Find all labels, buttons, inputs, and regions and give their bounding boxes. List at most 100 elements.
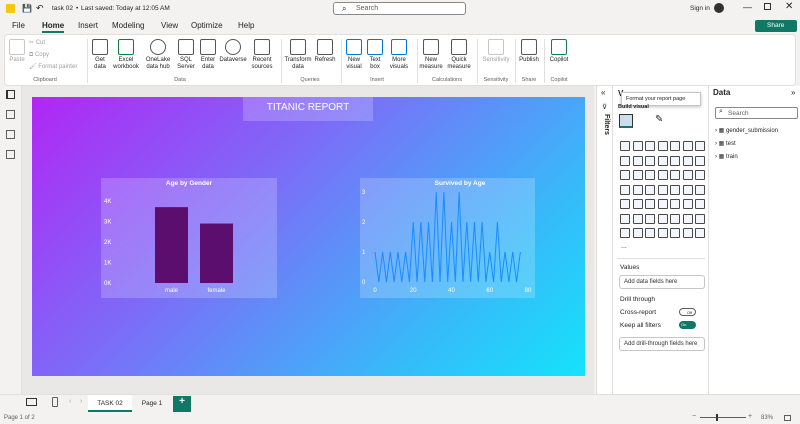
visual-type-icon[interactable] — [620, 184, 630, 195]
visual-type-icon[interactable] — [670, 155, 680, 166]
visual-type-icon[interactable] — [670, 170, 680, 180]
dax-view-icon[interactable] — [6, 150, 15, 159]
data-search-input[interactable]: ⌕ Search — [715, 107, 798, 119]
menu-view[interactable]: View — [161, 21, 178, 30]
visual-type-icon[interactable] — [695, 170, 705, 180]
visual-type-icon[interactable] — [695, 155, 705, 166]
zoom-in-icon[interactable]: + — [748, 413, 752, 420]
survived-by-age-visual[interactable]: Survived by Age 3 2 1 0 0 20 40 60 80 — [360, 178, 535, 298]
cut-button[interactable]: ✂ Cut — [29, 40, 45, 47]
visual-type-icon[interactable] — [657, 155, 668, 166]
values-field-well[interactable]: Add data fields here — [619, 275, 705, 289]
publish-button[interactable]: Publish — [517, 39, 541, 64]
visual-type-icon[interactable] — [632, 184, 643, 195]
visual-type-icon[interactable] — [632, 213, 643, 224]
quick-measure-button[interactable]: Quick measure — [445, 39, 473, 71]
tab-task-02[interactable]: TASK 02 — [88, 395, 132, 412]
table-view-icon[interactable] — [6, 110, 15, 119]
menu-home[interactable]: Home — [42, 21, 65, 33]
visual-type-icon[interactable] — [657, 213, 668, 224]
visual-type-icon[interactable] — [657, 228, 668, 238]
visual-type-icon[interactable] — [682, 199, 693, 209]
visual-type-icon[interactable] — [657, 184, 668, 195]
copilot-button[interactable]: Copilot — [546, 39, 572, 64]
visual-type-icon[interactable] — [682, 170, 693, 180]
enter-data-button[interactable]: Enter data — [198, 39, 218, 71]
share-button[interactable]: Share — [755, 20, 797, 32]
visual-type-icon[interactable] — [620, 199, 630, 209]
visual-type-icon[interactable] — [632, 199, 643, 209]
cross-report-toggle[interactable]: Off — [679, 308, 696, 316]
report-view-icon[interactable] — [6, 90, 15, 99]
visual-type-icon[interactable] — [620, 228, 630, 238]
visual-type-icon[interactable] — [695, 141, 705, 151]
visual-type-icon[interactable] — [645, 170, 655, 180]
get-data-button[interactable]: Get data — [89, 39, 111, 71]
menu-modeling[interactable]: Modeling — [112, 21, 144, 30]
filters-pane[interactable]: « ⊽ Filters — [596, 86, 612, 394]
prev-page-icon[interactable]: ‹ — [69, 398, 71, 405]
account-icon[interactable] — [714, 3, 724, 13]
recent-sources-button[interactable]: Recent sources — [248, 39, 276, 71]
sensitivity-button[interactable]: Sensitivity — [479, 39, 513, 64]
close-button[interactable]: ✕ — [785, 1, 793, 12]
visual-type-icon[interactable] — [657, 199, 668, 209]
visual-type-icon[interactable] — [695, 184, 705, 195]
zoom-out-icon[interactable]: − — [692, 413, 696, 420]
paste-button[interactable]: Paste — [7, 39, 27, 64]
report-page[interactable]: TITANIC REPORT Age by Gender 4K 3K 2K 1K 0K ma… — [32, 97, 585, 376]
report-title-box[interactable]: TITANIC REPORT — [243, 97, 373, 121]
refresh-button[interactable]: Refresh — [313, 39, 337, 64]
more-visuals-button[interactable]: More visuals — [385, 39, 413, 71]
table-item[interactable]: › ▦ gender_submission — [715, 127, 778, 134]
sign-in-link[interactable]: Sign in — [690, 5, 710, 12]
table-item[interactable]: › ▦ test — [715, 140, 736, 147]
next-page-icon[interactable]: › — [80, 398, 82, 405]
visual-type-icon[interactable] — [682, 155, 693, 166]
visual-type-icon[interactable] — [670, 141, 680, 151]
visual-type-icon[interactable] — [632, 228, 643, 238]
excel-workbook-button[interactable]: Excel workbook — [111, 39, 141, 71]
maximize-button[interactable] — [764, 3, 771, 10]
menu-insert[interactable]: Insert — [78, 21, 98, 30]
visual-type-icon[interactable] — [632, 170, 643, 180]
visual-type-icon[interactable] — [670, 199, 680, 209]
mobile-layout-icon[interactable] — [52, 397, 58, 407]
visual-type-icon[interactable] — [695, 228, 705, 238]
tab-page-1[interactable]: Page 1 — [134, 395, 170, 412]
visual-type-icon[interactable] — [620, 141, 630, 151]
fit-page-icon[interactable] — [784, 415, 791, 421]
visual-type-icon[interactable] — [632, 155, 643, 166]
visual-type-icon[interactable] — [682, 141, 693, 151]
menu-optimize[interactable]: Optimize — [191, 21, 223, 30]
collapse-chevron-icon[interactable]: « — [601, 88, 605, 97]
expand-chevron-icon[interactable]: » — [791, 88, 795, 97]
visual-type-icon[interactable] — [620, 155, 630, 166]
visual-type-icon[interactable] — [645, 213, 655, 224]
visual-type-icon[interactable] — [670, 213, 680, 224]
visual-type-icon[interactable] — [682, 228, 693, 238]
text-box-button[interactable]: Text box — [365, 39, 385, 71]
visual-type-icon[interactable] — [620, 213, 630, 224]
save-icon[interactable]: 💾 — [22, 4, 32, 13]
visual-type-icon[interactable] — [670, 184, 680, 195]
transform-data-button[interactable]: Transform data — [283, 39, 313, 71]
age-by-gender-visual[interactable]: Age by Gender 4K 3K 2K 1K 0K male female — [101, 178, 277, 298]
build-visual-tab-icon[interactable] — [619, 114, 633, 128]
visual-type-icon[interactable] — [657, 170, 668, 180]
format-painter-button[interactable]: 🖌 Format painter — [29, 64, 77, 71]
minimize-button[interactable]: — — [743, 2, 752, 12]
copy-button[interactable]: ⧉ Copy — [29, 52, 49, 59]
visual-type-icon[interactable] — [645, 184, 655, 195]
format-visual-tab-icon[interactable]: ✎ — [655, 114, 669, 128]
visual-type-icon[interactable] — [645, 155, 655, 166]
add-page-button[interactable]: + — [173, 396, 191, 412]
visual-type-icon[interactable] — [645, 199, 655, 209]
menu-help[interactable]: Help — [238, 21, 254, 30]
visual-type-icon[interactable] — [682, 184, 693, 195]
visual-type-icon[interactable] — [632, 141, 643, 151]
visual-type-icon[interactable] — [695, 199, 705, 209]
visual-type-icon[interactable] — [620, 170, 630, 180]
undo-icon[interactable]: ↶ — [36, 3, 44, 14]
search-box[interactable]: ⌕ Search — [333, 2, 466, 15]
